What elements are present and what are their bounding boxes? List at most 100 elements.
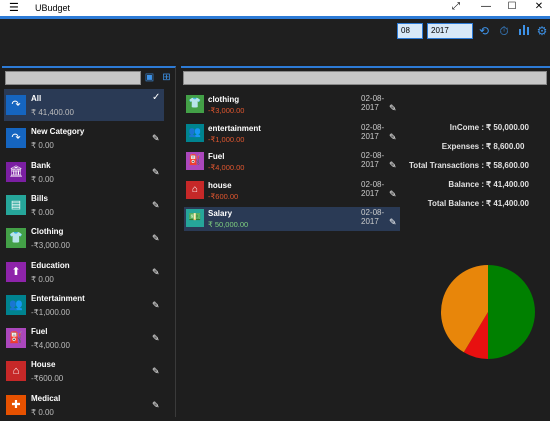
- edit-pencil-icon[interactable]: ✎: [152, 366, 160, 377]
- edit-pencil-icon[interactable]: ✎: [152, 300, 160, 311]
- circle-arrow-icon: ↷: [6, 95, 26, 115]
- category-amount: -₹3,000.00: [31, 241, 70, 251]
- people-icon: 👥: [6, 294, 26, 315]
- summary-panel: InCome : ₹ 50,000.00 Expenses : ₹ 8,600.00 T…: [406, 123, 548, 218]
- pie-slice-income: [488, 265, 535, 359]
- transaction-name: entertainment: [208, 123, 261, 133]
- timer-icon[interactable]: ⏱: [496, 23, 512, 39]
- summary-row: Total Balance : ₹ 41,400.00: [406, 199, 548, 218]
- category-item[interactable]: ⬆ Education ₹ 0.00 ✎: [4, 256, 164, 288]
- category-name: New Category: [31, 127, 85, 137]
- transaction-search-input[interactable]: [183, 71, 547, 85]
- education-icon: ⬆: [6, 261, 26, 282]
- edit-pencil-icon[interactable]: ✎: [389, 189, 397, 200]
- summary-row: InCome : ₹ 50,000.00: [406, 123, 548, 142]
- transaction-name: Salary: [208, 209, 233, 219]
- category-amount: -₹1,000.00: [31, 307, 70, 317]
- category-name: Medical: [31, 393, 61, 403]
- expand-icon[interactable]: ⤢: [449, 1, 463, 12]
- category-name: Bills: [31, 193, 48, 203]
- bill-icon: ▤: [6, 194, 26, 215]
- refresh-icon[interactable]: ⟲: [476, 23, 492, 39]
- summary-value: ₹ 58,600.00: [486, 161, 529, 170]
- transaction-amount: ₹ 50,000.00: [208, 220, 249, 230]
- edit-pencil-icon[interactable]: ✎: [152, 200, 160, 211]
- edit-pencil-icon[interactable]: ✎: [389, 217, 397, 228]
- category-item[interactable]: ↷ New Category ₹ 0.00 ✎: [4, 122, 164, 154]
- select-mode-icon[interactable]: ⊞: [160, 71, 173, 84]
- category-amount: -₹4,000.00: [31, 341, 70, 351]
- checkmark-icon: ✓: [152, 92, 161, 103]
- transaction-row[interactable]: 👕 clothing -₹3,000.00 02-08-2017 ✎: [184, 93, 400, 117]
- title-bar: ☰ UBudget ⤢ — ☐ ✕: [0, 0, 550, 16]
- categories-panel: ▣ ⊞ ↷ All ₹ 41,400.00 ✓ ↷ New Category ₹ 0.00 ✎…: [2, 66, 176, 417]
- house-icon: ⌂: [186, 180, 204, 199]
- shirt-icon: 👕: [186, 95, 204, 113]
- hamburger-menu-icon[interactable]: ☰: [9, 1, 19, 14]
- maximize-button[interactable]: ☐: [505, 1, 519, 12]
- transaction-amount: -₹1,000.00: [208, 134, 245, 144]
- summary-label: Total Balance :: [427, 199, 484, 208]
- category-amount: -₹600.00: [31, 374, 64, 384]
- category-name: All: [31, 94, 42, 103]
- circle-arrow-icon: ↷: [6, 128, 26, 149]
- close-button[interactable]: ✕: [532, 1, 546, 12]
- settings-gear-icon[interactable]: ⚙: [534, 23, 550, 39]
- category-amount: ₹ 0.00: [31, 141, 54, 151]
- category-item[interactable]: ▤ Bills ₹ 0.00 ✎: [4, 189, 164, 221]
- category-amount: ₹ 41,400.00: [31, 108, 74, 117]
- edit-pencil-icon[interactable]: ✎: [152, 133, 160, 144]
- category-item[interactable]: ⛽ Fuel -₹4,000.00 ✎: [4, 322, 164, 354]
- edit-pencil-icon[interactable]: ✎: [152, 233, 160, 244]
- month-select[interactable]: 08: [397, 23, 423, 39]
- category-item[interactable]: ✚ Medical ₹ 0.00 ✎: [4, 389, 164, 421]
- summary-row: Total Transactions : ₹ 58,600.00: [406, 161, 548, 180]
- medical-icon: ✚: [6, 394, 26, 415]
- category-item[interactable]: 👕 Clothing -₹3,000.00 ✎: [4, 222, 164, 254]
- transaction-amount: -₹4,000.00: [208, 163, 245, 173]
- category-search-input[interactable]: [5, 71, 141, 85]
- minimize-button[interactable]: —: [479, 1, 493, 12]
- people-icon: 👥: [186, 123, 204, 142]
- transaction-name: house: [208, 180, 232, 190]
- category-item[interactable]: 🏛 Bank ₹ 0.00 ✎: [4, 156, 164, 188]
- shirt-icon: 👕: [6, 228, 26, 249]
- transaction-row[interactable]: 💵 Salary ₹ 50,000.00 02-08-2017 ✎: [184, 207, 400, 232]
- edit-pencil-icon[interactable]: ✎: [152, 167, 160, 178]
- bar-chart-icon[interactable]: [516, 23, 532, 39]
- category-name: Bank: [31, 160, 51, 170]
- category-name: Entertainment: [31, 293, 85, 303]
- transaction-amount: -₹600.00: [208, 191, 239, 201]
- category-item[interactable]: ↷ All ₹ 41,400.00 ✓: [4, 89, 164, 121]
- year-select[interactable]: 2017: [427, 23, 473, 39]
- transaction-row[interactable]: ⛽ Fuel -₹4,000.00 02-08-2017 ✎: [184, 150, 400, 174]
- balance-pie-chart: [441, 265, 535, 359]
- summary-label: InCome :: [449, 123, 484, 132]
- edit-pencil-icon[interactable]: ✎: [152, 267, 160, 278]
- summary-label: Expenses :: [441, 142, 484, 151]
- transaction-row[interactable]: ⌂ house -₹600.00 02-08-2017 ✎: [184, 179, 400, 203]
- summary-value: ₹ 41,400.00: [486, 180, 529, 189]
- category-item[interactable]: 👥 Entertainment -₹1,000.00 ✎: [4, 289, 164, 321]
- transaction-row[interactable]: 👥 entertainment -₹1,000.00 02-08-2017 ✎: [184, 122, 400, 146]
- summary-value: ₹ 41,400.00: [486, 199, 529, 208]
- add-category-icon[interactable]: ▣: [143, 71, 156, 84]
- bank-icon: 🏛: [6, 161, 26, 182]
- edit-pencil-icon[interactable]: ✎: [152, 333, 160, 344]
- summary-label: Total Transactions :: [409, 161, 484, 170]
- transactions-panel: 👕 clothing -₹3,000.00 02-08-2017 ✎ 👥 entertain…: [181, 66, 550, 417]
- edit-pencil-icon[interactable]: ✎: [389, 132, 397, 143]
- edit-pencil-icon[interactable]: ✎: [389, 160, 397, 171]
- house-icon: ⌂: [6, 361, 26, 382]
- summary-label: Balance :: [448, 180, 484, 189]
- transaction-name: clothing: [208, 95, 240, 104]
- edit-pencil-icon[interactable]: ✎: [389, 103, 397, 114]
- category-item[interactable]: ⌂ House -₹600.00 ✎: [4, 355, 164, 387]
- summary-row: Expenses : ₹ 8,600.00: [406, 142, 548, 161]
- edit-pencil-icon[interactable]: ✎: [152, 400, 160, 411]
- summary-row: Balance : ₹ 41,400.00: [406, 180, 548, 199]
- transaction-name: Fuel: [208, 152, 225, 162]
- fuel-icon: ⛽: [186, 152, 204, 171]
- category-name: House: [31, 360, 56, 370]
- category-name: Clothing: [31, 227, 64, 237]
